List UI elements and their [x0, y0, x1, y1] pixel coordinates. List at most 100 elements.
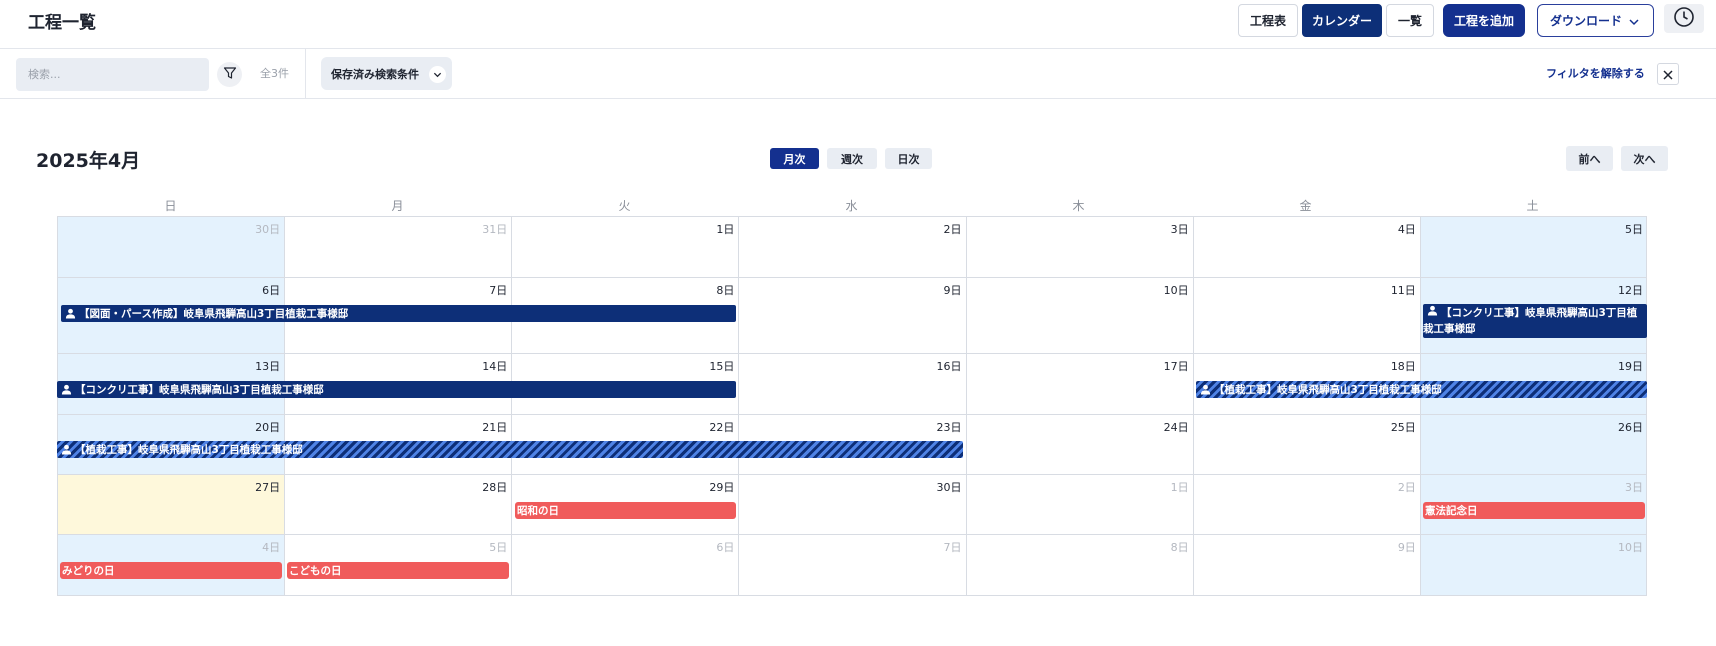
person-icon — [1196, 384, 1214, 395]
event-title: 【植栽工事】岐阜県飛騨高山3丁目植栽工事様邸 — [75, 444, 303, 456]
day-number: 22日 — [709, 421, 735, 434]
weekday-header: 金 — [1299, 199, 1312, 213]
day-number: 10日 — [1617, 541, 1643, 554]
calendar-day-cell[interactable]: 6日 — [511, 534, 739, 596]
page-header: 工程一覧 工程表 カレンダー 一覧 工程を追加 ダウンロード — [0, 0, 1716, 49]
day-number: 13日 — [255, 360, 281, 373]
calendar-day-cell[interactable]: 24日 — [965, 414, 1193, 474]
event-bar[interactable]: 【コンクリ工事】岐阜県飛騨高山3丁目植栽工事様邸 — [1423, 304, 1647, 338]
calendar-day-cell[interactable]: 3日 — [965, 216, 1193, 277]
holiday-event[interactable]: みどりの日 — [60, 562, 282, 579]
day-number: 1日 — [716, 223, 735, 236]
calendar-day-cell[interactable]: 26日 — [1419, 414, 1647, 474]
calendar-day-cell[interactable]: 30日 — [738, 474, 966, 534]
month-title: 2025年4月 — [36, 150, 141, 172]
day-number: 24日 — [1163, 421, 1189, 434]
event-bar[interactable]: 【植栽工事】岐阜県飛騨高山3丁目植栽工事様邸 — [1196, 381, 1647, 398]
calendar-day-cell[interactable]: 1日 — [965, 474, 1193, 534]
day-number: 7日 — [489, 284, 508, 297]
day-number: 1日 — [1170, 481, 1189, 494]
day-number: 2日 — [1397, 481, 1416, 494]
day-number: 6日 — [716, 541, 735, 554]
day-number: 2日 — [943, 223, 962, 236]
search-input[interactable] — [16, 58, 209, 91]
clear-filter-link[interactable]: フィルタを解除する — [1546, 65, 1645, 81]
calendar-day-cell[interactable]: 7日 — [738, 534, 966, 596]
weekday-header: 月 — [391, 199, 404, 213]
calendar-day-cell[interactable]: 11日 — [1192, 277, 1420, 353]
event-title: 【コンクリ工事】岐阜県飛騨高山3丁目植栽工事様邸 — [75, 384, 324, 396]
event-title: 【図面・パース作成】岐阜県飛騨高山3丁目植栽工事様邸 — [79, 308, 349, 320]
calendar-day-cell[interactable]: 9日 — [1192, 534, 1420, 596]
event-bar[interactable]: 【図面・パース作成】岐阜県飛騨高山3丁目植栽工事様邸 — [61, 305, 736, 322]
divider — [305, 49, 306, 99]
event-bar[interactable]: 【コンクリ工事】岐阜県飛騨高山3丁目植栽工事様邸 — [57, 381, 736, 398]
chevron-down-icon — [429, 66, 446, 83]
day-number: 20日 — [255, 421, 281, 434]
calendar-day-cell[interactable]: 16日 — [738, 353, 966, 414]
filter-button[interactable] — [217, 62, 242, 87]
holiday-event[interactable]: こどもの日 — [287, 562, 509, 579]
calendar-day-cell[interactable]: 28日 — [284, 474, 512, 534]
day-number: 25日 — [1390, 421, 1416, 434]
next-button[interactable]: 次へ — [1621, 146, 1668, 171]
day-number: 8日 — [716, 284, 735, 297]
month-view-button[interactable]: 月次 — [770, 148, 819, 169]
person-icon — [57, 384, 75, 395]
person-icon — [57, 444, 75, 455]
saved-conditions-label: 保存済み検索条件 — [331, 67, 419, 81]
chevron-down-icon — [1629, 16, 1639, 30]
holiday-event[interactable]: 憲法記念日 — [1423, 502, 1645, 519]
saved-conditions-dropdown[interactable]: 保存済み検索条件 — [321, 57, 452, 90]
calendar-day-cell[interactable]: 17日 — [965, 353, 1193, 414]
day-number: 5日 — [489, 541, 508, 554]
day-number: 29日 — [709, 481, 735, 494]
result-count: 全3件 — [260, 67, 289, 80]
calendar-day-cell[interactable]: 2日 — [738, 216, 966, 277]
calendar-day-cell[interactable]: 8日 — [965, 534, 1193, 596]
close-filter-button[interactable] — [1657, 63, 1679, 85]
day-number: 12日 — [1617, 284, 1643, 297]
clock-icon — [1673, 6, 1695, 32]
day-number: 9日 — [943, 284, 962, 297]
filter-bar: 全3件 保存済み検索条件 フィルタを解除する — [0, 49, 1716, 99]
holiday-event[interactable]: 昭和の日 — [515, 502, 736, 519]
day-number: 3日 — [1170, 223, 1189, 236]
history-button[interactable] — [1664, 4, 1704, 33]
list-view-button[interactable]: 一覧 — [1386, 4, 1434, 37]
close-icon — [1663, 65, 1673, 84]
day-number: 26日 — [1617, 421, 1643, 434]
calendar-day-cell[interactable]: 27日 — [57, 474, 285, 534]
day-number: 14日 — [482, 360, 508, 373]
day-number: 5日 — [1624, 223, 1643, 236]
day-number: 16日 — [936, 360, 962, 373]
calendar-day-cell[interactable]: 5日 — [1419, 216, 1647, 277]
calendar-day-cell[interactable]: 25日 — [1192, 414, 1420, 474]
calendar-day-cell[interactable]: 9日 — [738, 277, 966, 353]
day-number: 4日 — [262, 541, 281, 554]
schedule-table-button[interactable]: 工程表 — [1238, 4, 1298, 37]
add-schedule-button[interactable]: 工程を追加 — [1443, 4, 1525, 37]
weekday-header: 水 — [845, 199, 858, 213]
calendar-day-cell[interactable]: 4日 — [1192, 216, 1420, 277]
day-number: 6日 — [262, 284, 281, 297]
calendar-day-cell[interactable]: 10日 — [965, 277, 1193, 353]
page-title: 工程一覧 — [28, 13, 96, 33]
event-bar[interactable]: 【植栽工事】岐阜県飛騨高山3丁目植栽工事様邸 — [57, 441, 963, 458]
person-icon — [1423, 305, 1441, 316]
calendar-day-cell[interactable]: 1日 — [511, 216, 739, 277]
weekday-header: 火 — [618, 199, 631, 213]
download-dropdown[interactable]: ダウンロード — [1537, 4, 1654, 37]
day-number: 9日 — [1397, 541, 1416, 554]
calendar-day-cell[interactable]: 30日 — [57, 216, 285, 277]
prev-button[interactable]: 前へ — [1566, 146, 1613, 171]
day-number: 31日 — [482, 223, 508, 236]
calendar-day-cell[interactable]: 2日 — [1192, 474, 1420, 534]
calendar-day-cell[interactable]: 10日 — [1419, 534, 1647, 596]
filter-icon — [223, 65, 237, 84]
day-number: 28日 — [482, 481, 508, 494]
calendar-view-button[interactable]: カレンダー — [1302, 4, 1382, 37]
day-view-button[interactable]: 日次 — [885, 148, 932, 169]
week-view-button[interactable]: 週次 — [827, 148, 877, 169]
calendar-day-cell[interactable]: 31日 — [284, 216, 512, 277]
